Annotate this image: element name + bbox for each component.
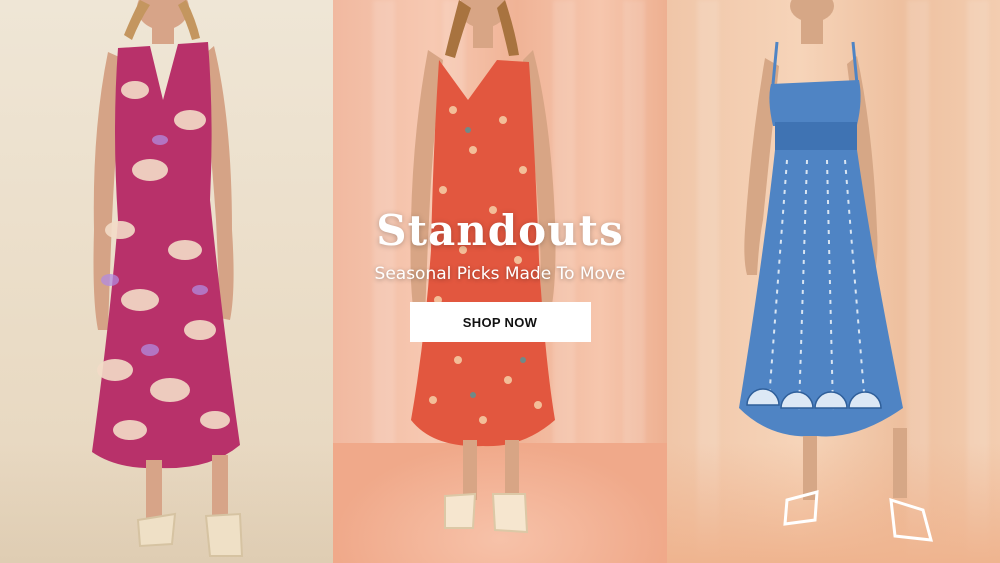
hero-banner[interactable]: Standouts Seasonal Picks Made To Move SH… [0,0,1000,563]
model-figure [739,0,934,542]
banner-subheadline: Seasonal Picks Made To Move [374,264,626,284]
model-figure [92,0,244,557]
banner-headline: Standouts [376,206,624,255]
banner-overlay: Standouts Seasonal Picks Made To Move SH… [333,200,667,342]
shop-now-button[interactable]: SHOP NOW [409,302,591,342]
product-image-blue-shell-dress[interactable] [667,0,1000,563]
product-image-pink-floral-dress[interactable] [0,0,333,563]
